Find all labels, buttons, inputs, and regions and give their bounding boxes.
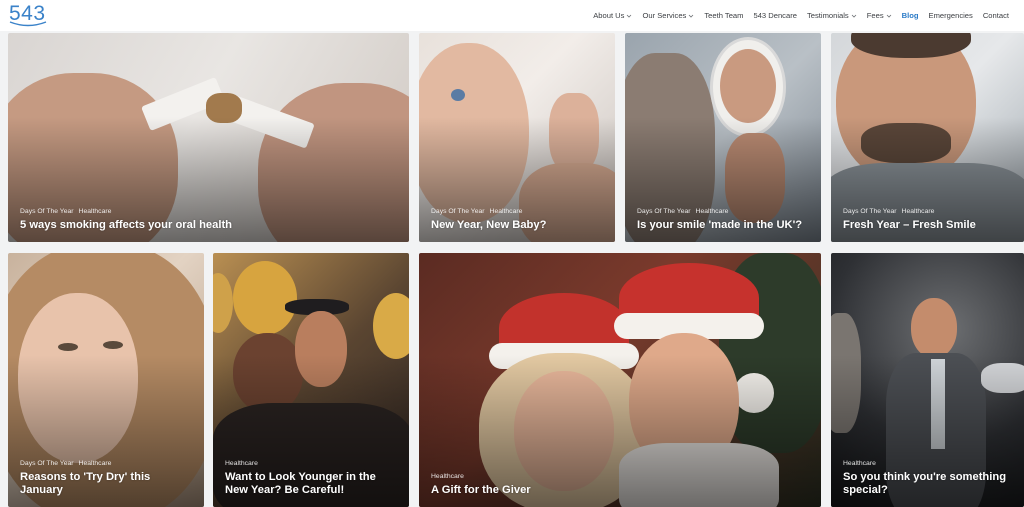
post-title[interactable]: A Gift for the Giver xyxy=(431,484,813,497)
site-header: 543 About Us Our Services Teeth Team 543… xyxy=(0,0,1024,31)
post-title[interactable]: New Year, New Baby? xyxy=(431,219,607,232)
post-meta: Days Of The Year Healthcare New Year, Ne… xyxy=(431,208,607,232)
logo-arc-icon xyxy=(9,21,47,27)
nav-item-fees[interactable]: Fees xyxy=(867,11,892,20)
post-tag[interactable]: Healthcare xyxy=(225,460,258,467)
nav-item-label: Our Services xyxy=(642,11,687,20)
nav-item-our-services[interactable]: Our Services xyxy=(642,11,694,20)
post-tags: Days Of The Year Healthcare xyxy=(843,208,1016,215)
blog-card-fresh-smile[interactable]: Days Of The Year Healthcare Fresh Year –… xyxy=(831,33,1024,242)
post-tag[interactable]: Healthcare xyxy=(431,473,464,480)
chevron-down-icon xyxy=(886,14,891,18)
post-tags: Days Of The Year Healthcare xyxy=(637,208,813,215)
post-tags: Days Of The Year Healthcare xyxy=(20,208,401,215)
chevron-down-icon xyxy=(851,14,857,18)
nav-item-blog[interactable]: Blog xyxy=(902,11,919,20)
post-meta: Healthcare So you think you're something… xyxy=(843,460,1016,497)
nav-item-label: About Us xyxy=(593,11,625,20)
post-meta: Days Of The Year Healthcare Reasons to '… xyxy=(20,460,196,497)
nav-item-emergencies[interactable]: Emergencies xyxy=(929,11,973,20)
post-tags: Days Of The Year Healthcare xyxy=(20,460,196,467)
post-tag[interactable]: Days Of The Year xyxy=(843,208,897,215)
post-tag[interactable]: Days Of The Year xyxy=(637,208,691,215)
nav-item-label: Teeth Team xyxy=(704,11,744,20)
post-tag[interactable]: Healthcare xyxy=(490,208,523,215)
post-title[interactable]: So you think you're something special? xyxy=(843,471,1016,497)
post-meta: Days Of The Year Healthcare 5 ways smoki… xyxy=(20,208,401,232)
post-tag[interactable]: Healthcare xyxy=(902,208,935,215)
post-tag[interactable]: Days Of The Year xyxy=(20,208,74,215)
post-tag[interactable]: Healthcare xyxy=(79,460,112,467)
blog-card-new-baby[interactable]: Days Of The Year Healthcare New Year, Ne… xyxy=(419,33,615,242)
post-meta: Healthcare Want to Look Younger in the N… xyxy=(225,460,401,497)
post-title[interactable]: Fresh Year – Fresh Smile xyxy=(843,219,1016,232)
nav-item-543-dencare[interactable]: 543 Dencare xyxy=(753,11,796,20)
post-tag[interactable]: Healthcare xyxy=(79,208,112,215)
post-title[interactable]: Reasons to 'Try Dry' this January xyxy=(20,471,196,497)
post-title[interactable]: 5 ways smoking affects your oral health xyxy=(20,219,401,232)
blog-card-made-in-uk[interactable]: Days Of The Year Healthcare Is your smil… xyxy=(625,33,821,242)
post-tags: Healthcare xyxy=(431,473,813,480)
post-tag[interactable]: Days Of The Year xyxy=(20,460,74,467)
post-meta: Days Of The Year Healthcare Fresh Year –… xyxy=(843,208,1016,232)
nav-item-testimonials[interactable]: Testimonials xyxy=(807,11,857,20)
nav-item-teeth-team[interactable]: Teeth Team xyxy=(704,11,743,20)
nav-item-label: 543 Dencare xyxy=(753,11,797,20)
post-meta: Days Of The Year Healthcare Is your smil… xyxy=(637,208,813,232)
blog-card-look-younger[interactable]: Healthcare Want to Look Younger in the N… xyxy=(213,253,409,507)
post-tags: Healthcare xyxy=(225,460,401,467)
blog-card-gift-for-giver[interactable]: Healthcare A Gift for the Giver xyxy=(419,253,821,507)
nav-item-label: Contact xyxy=(982,11,1009,20)
nav-item-about-us[interactable]: About Us xyxy=(593,11,632,20)
post-title[interactable]: Is your smile 'made in the UK'? xyxy=(637,219,813,232)
nav-item-contact[interactable]: Contact xyxy=(983,11,1009,20)
post-tag[interactable]: Healthcare xyxy=(696,208,729,215)
post-meta: Healthcare A Gift for the Giver xyxy=(431,473,813,497)
post-tag[interactable]: Healthcare xyxy=(843,460,876,467)
post-title[interactable]: Want to Look Younger in the New Year? Be… xyxy=(225,471,401,497)
blog-card-something-special[interactable]: Healthcare So you think you're something… xyxy=(831,253,1024,507)
nav-item-label: Emergencies xyxy=(928,11,973,20)
nav-item-label: Blog xyxy=(901,11,919,20)
post-tags: Healthcare xyxy=(843,460,1016,467)
nav-item-label: Testimonials xyxy=(806,11,849,20)
post-tags: Days Of The Year Healthcare xyxy=(431,208,607,215)
blog-card-smoking[interactable]: Days Of The Year Healthcare 5 ways smoki… xyxy=(8,33,409,242)
chevron-down-icon xyxy=(627,14,632,18)
blog-card-try-dry[interactable]: Days Of The Year Healthcare Reasons to '… xyxy=(8,253,204,507)
main-navigation: About Us Our Services Teeth Team 543 Den… xyxy=(593,0,1009,31)
nav-item-label: Fees xyxy=(866,11,884,20)
chevron-down-icon xyxy=(689,14,694,18)
post-tag[interactable]: Days Of The Year xyxy=(431,208,485,215)
